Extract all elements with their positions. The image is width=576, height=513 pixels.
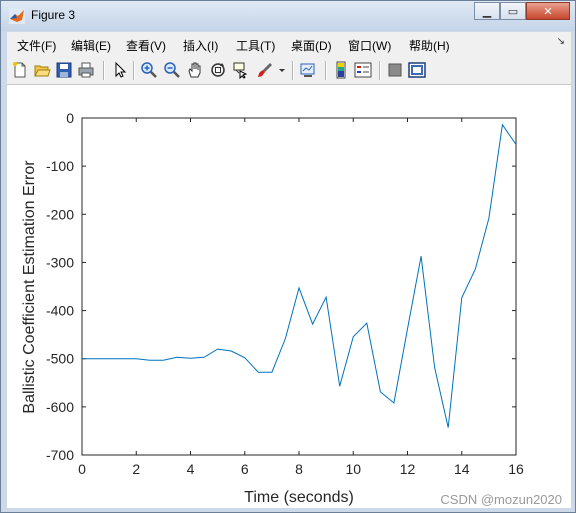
save-icon[interactable]: [55, 61, 73, 79]
window-title: Figure 3: [31, 8, 76, 22]
y-tick-label: -200: [46, 206, 74, 222]
title-bar: Figure 3 ▁ ▭ ✕: [1, 1, 575, 31]
legend-icon[interactable]: [354, 61, 372, 79]
y-axis-label: Ballistic Coefficient Estimation Error: [21, 160, 38, 414]
figure-canvas: 0 2 4 6 8 10 12 14 16 0 -100 -200 -300 -400 -500 -600 -…: [7, 85, 571, 508]
y-tick-label: -100: [46, 158, 74, 174]
figure-toolbar: [7, 56, 571, 85]
colorbar-icon[interactable]: [332, 61, 350, 79]
pan-icon[interactable]: [186, 61, 204, 79]
close-button[interactable]: ✕: [526, 2, 570, 20]
figure-window: Figure 3 ▁ ▭ ✕ 文件(F) 编辑(E) 查看(V) 插入(I) 工…: [0, 0, 576, 513]
y-tick-label: -700: [46, 447, 74, 463]
x-tick-label: 4: [187, 461, 195, 477]
show-plot-tools-icon[interactable]: [408, 61, 426, 79]
menu-insert[interactable]: 插入(I): [183, 37, 218, 54]
menu-edit[interactable]: 编辑(E): [71, 37, 111, 54]
watermark-text: CSDN @mozun2020: [440, 492, 562, 507]
y-tick-label: -300: [46, 254, 74, 270]
zoom-out-icon[interactable]: [163, 61, 181, 79]
link-plot-icon[interactable]: [299, 61, 317, 79]
y-tick-label: -500: [46, 351, 74, 367]
menu-overflow-icon[interactable]: ↘: [557, 36, 565, 47]
maximize-button[interactable]: ▭: [500, 2, 526, 20]
minimize-button[interactable]: ▁: [474, 2, 500, 20]
x-tick-label: 6: [241, 461, 249, 477]
new-figure-icon[interactable]: [11, 61, 29, 79]
matlab-logo-icon: [9, 8, 25, 24]
y-tick-label: -400: [46, 303, 74, 319]
maximize-icon: ▭: [507, 4, 519, 18]
menu-desktop[interactable]: 桌面(D): [291, 37, 332, 54]
x-tick-label: 10: [345, 461, 361, 477]
menu-file[interactable]: 文件(F): [17, 37, 56, 54]
zoom-in-icon[interactable]: [140, 61, 158, 79]
menu-view[interactable]: 查看(V): [126, 37, 166, 54]
plot-area[interactable]: 0 2 4 6 8 10 12 14 16 0 -100 -200 -300 -400 -500 -600 -…: [7, 85, 571, 508]
x-tick-label: 12: [400, 461, 416, 477]
x-tick-label: 14: [454, 461, 470, 477]
minimize-icon: ▁: [482, 4, 492, 18]
close-icon: ✕: [543, 4, 553, 18]
y-tick-label: -600: [46, 399, 74, 415]
x-tick-label: 2: [132, 461, 140, 477]
menu-bar: 文件(F) 编辑(E) 查看(V) 插入(I) 工具(T) 桌面(D) 窗口(W…: [7, 32, 571, 56]
x-axis-label: Time (seconds): [244, 489, 354, 506]
menu-help[interactable]: 帮助(H): [409, 37, 450, 54]
edit-plot-icon[interactable]: [111, 61, 129, 79]
open-file-icon[interactable]: [33, 61, 51, 79]
print-icon[interactable]: [77, 61, 95, 79]
x-tick-label: 16: [508, 461, 524, 477]
rotate-3d-icon[interactable]: [209, 61, 227, 79]
menu-tools[interactable]: 工具(T): [236, 37, 275, 54]
menu-window[interactable]: 窗口(W): [348, 37, 391, 54]
hide-plot-tools-icon[interactable]: [386, 61, 404, 79]
brush-dropdown-icon[interactable]: [277, 61, 287, 79]
data-cursor-icon[interactable]: [232, 61, 250, 79]
y-tick-label: 0: [66, 110, 74, 126]
x-tick-label: 8: [295, 461, 303, 477]
brush-icon[interactable]: [256, 61, 274, 79]
x-tick-label: 0: [78, 461, 86, 477]
